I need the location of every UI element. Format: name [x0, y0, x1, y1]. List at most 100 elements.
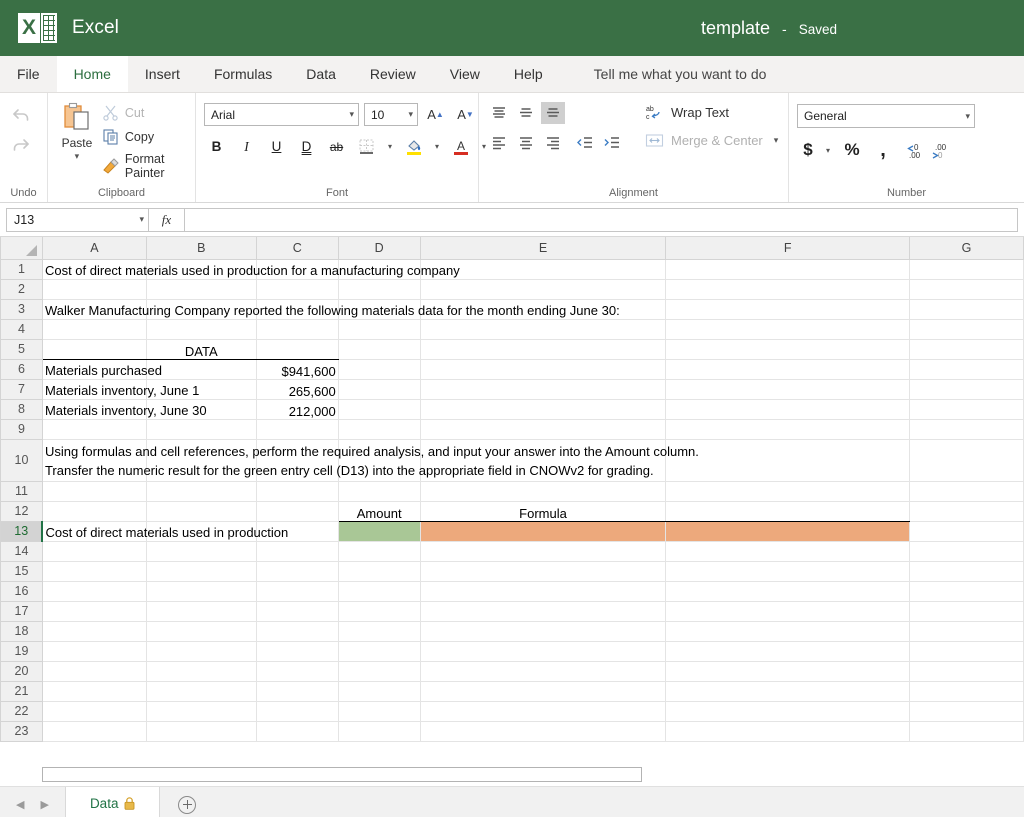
cell-a20[interactable]	[42, 661, 147, 682]
cell-c17[interactable]	[256, 601, 339, 622]
row-header-3[interactable]: 3	[0, 298, 43, 320]
cell-f4[interactable]	[665, 319, 911, 340]
cell-d17[interactable]	[338, 601, 421, 622]
percent-format-button[interactable]: %	[841, 138, 863, 162]
cell-f11[interactable]	[665, 481, 911, 502]
cell-g16[interactable]	[909, 581, 1024, 602]
column-header-d[interactable]: D	[337, 237, 421, 260]
decrease-decimal-button[interactable]: .00 0	[928, 138, 950, 162]
borders-button[interactable]	[354, 135, 379, 158]
cell-b18[interactable]	[146, 621, 257, 642]
cell-g23[interactable]	[909, 721, 1024, 742]
cell-b4[interactable]	[146, 319, 257, 340]
cell-e13-formula[interactable]	[420, 521, 667, 542]
column-header-f[interactable]: F	[665, 237, 911, 260]
tab-formulas[interactable]: Formulas	[197, 56, 289, 92]
cell-e23[interactable]	[420, 721, 667, 742]
cell-f8[interactable]	[665, 399, 911, 420]
cell-c21[interactable]	[256, 681, 339, 702]
cell-e2[interactable]	[420, 279, 667, 300]
cell-c15[interactable]	[256, 561, 339, 582]
cell-c23[interactable]	[256, 721, 339, 742]
column-header-c[interactable]: C	[255, 237, 339, 260]
cell-b14[interactable]	[146, 541, 257, 562]
cell-g11[interactable]	[909, 481, 1024, 502]
cell-f7[interactable]	[665, 379, 911, 400]
borders-chevron-down-icon[interactable]: ▾	[384, 142, 396, 151]
cell-e14[interactable]	[420, 541, 667, 562]
cell-d10[interactable]	[338, 439, 421, 482]
cell-g13[interactable]	[909, 521, 1024, 542]
cell-a16[interactable]	[42, 581, 147, 602]
cell-a1[interactable]: Cost of direct materials used in product…	[42, 259, 460, 280]
cell-a2[interactable]	[42, 279, 147, 300]
cell-e7[interactable]	[420, 379, 667, 400]
cell-g2[interactable]	[909, 279, 1024, 300]
cell-f21[interactable]	[665, 681, 911, 702]
cell-g3[interactable]	[909, 299, 1024, 320]
row-header-13[interactable]: 13	[0, 520, 43, 542]
cell-a11[interactable]	[42, 481, 147, 502]
cell-a3[interactable]: Walker Manufacturing Company reported th…	[42, 299, 620, 320]
cell-d13-amount-entry[interactable]	[338, 521, 421, 542]
cell-a9[interactable]	[41, 419, 147, 440]
cell-g18[interactable]	[909, 621, 1024, 642]
cell-g12[interactable]	[909, 501, 1024, 522]
font-family-select[interactable]: Arial ▾	[204, 103, 359, 126]
font-size-select[interactable]: 10 ▾	[364, 103, 418, 126]
row-header-19[interactable]: 19	[0, 640, 43, 662]
cell-b12[interactable]	[146, 501, 257, 522]
cell-c9[interactable]	[256, 419, 339, 440]
tab-home[interactable]: Home	[56, 56, 128, 92]
cell-a15[interactable]	[42, 561, 147, 582]
fill-color-button[interactable]	[401, 135, 426, 158]
decrease-font-size-button[interactable]: A ▼	[453, 103, 478, 126]
cell-g20[interactable]	[909, 661, 1024, 682]
cell-a4[interactable]	[42, 319, 147, 340]
strikethrough-button[interactable]: ab	[324, 135, 349, 158]
cell-f16[interactable]	[665, 581, 911, 602]
cell-d2[interactable]	[338, 279, 421, 300]
tab-review[interactable]: Review	[353, 56, 433, 92]
cell-d15[interactable]	[338, 561, 421, 582]
increase-indent-button[interactable]	[600, 132, 624, 154]
cell-f10[interactable]	[665, 439, 911, 482]
cell-e19[interactable]	[420, 641, 667, 662]
align-middle-button[interactable]	[514, 102, 538, 124]
undo-arrow-icon[interactable]	[8, 103, 34, 127]
cell-f22[interactable]	[665, 701, 911, 722]
comma-format-button[interactable]: ,	[872, 138, 894, 162]
row-header-21[interactable]: 21	[0, 680, 43, 702]
fill-color-chevron-down-icon[interactable]: ▾	[431, 142, 443, 151]
cell-d23[interactable]	[338, 721, 421, 742]
cell-g22[interactable]	[909, 701, 1024, 722]
cell-d12[interactable]: Amount	[338, 501, 421, 522]
italic-button[interactable]: I	[234, 135, 259, 158]
cell-g8[interactable]	[909, 399, 1024, 420]
tab-view[interactable]: View	[433, 56, 497, 92]
cell-d20[interactable]	[338, 661, 421, 682]
cell-f19[interactable]	[665, 641, 911, 662]
row-header-2[interactable]: 2	[0, 278, 43, 300]
cell-c10[interactable]	[256, 439, 339, 482]
cell-f3[interactable]	[665, 299, 911, 320]
paste-chevron-down-icon[interactable]: ▾	[75, 152, 80, 161]
increase-decimal-button[interactable]: 0 .00	[903, 138, 925, 162]
cell-g1[interactable]	[909, 259, 1024, 280]
tell-me-search[interactable]: Tell me what you want to do	[578, 56, 783, 92]
cell-b23[interactable]	[146, 721, 257, 742]
cell-e4[interactable]	[420, 319, 667, 340]
cell-d14[interactable]	[338, 541, 421, 562]
formula-input[interactable]	[185, 207, 1018, 232]
cell-g9[interactable]	[909, 419, 1024, 440]
cell-e11[interactable]	[420, 481, 667, 502]
cell-c19[interactable]	[256, 641, 339, 662]
cell-b20[interactable]	[146, 661, 257, 682]
cell-c22[interactable]	[256, 701, 339, 722]
chevron-down-icon[interactable]: ▾	[139, 214, 144, 225]
bold-button[interactable]: B	[204, 135, 229, 158]
cell-f15[interactable]	[665, 561, 911, 582]
save-status[interactable]: Saved	[799, 22, 837, 37]
cell-b16[interactable]	[146, 581, 257, 602]
cell-g5[interactable]	[909, 339, 1024, 360]
